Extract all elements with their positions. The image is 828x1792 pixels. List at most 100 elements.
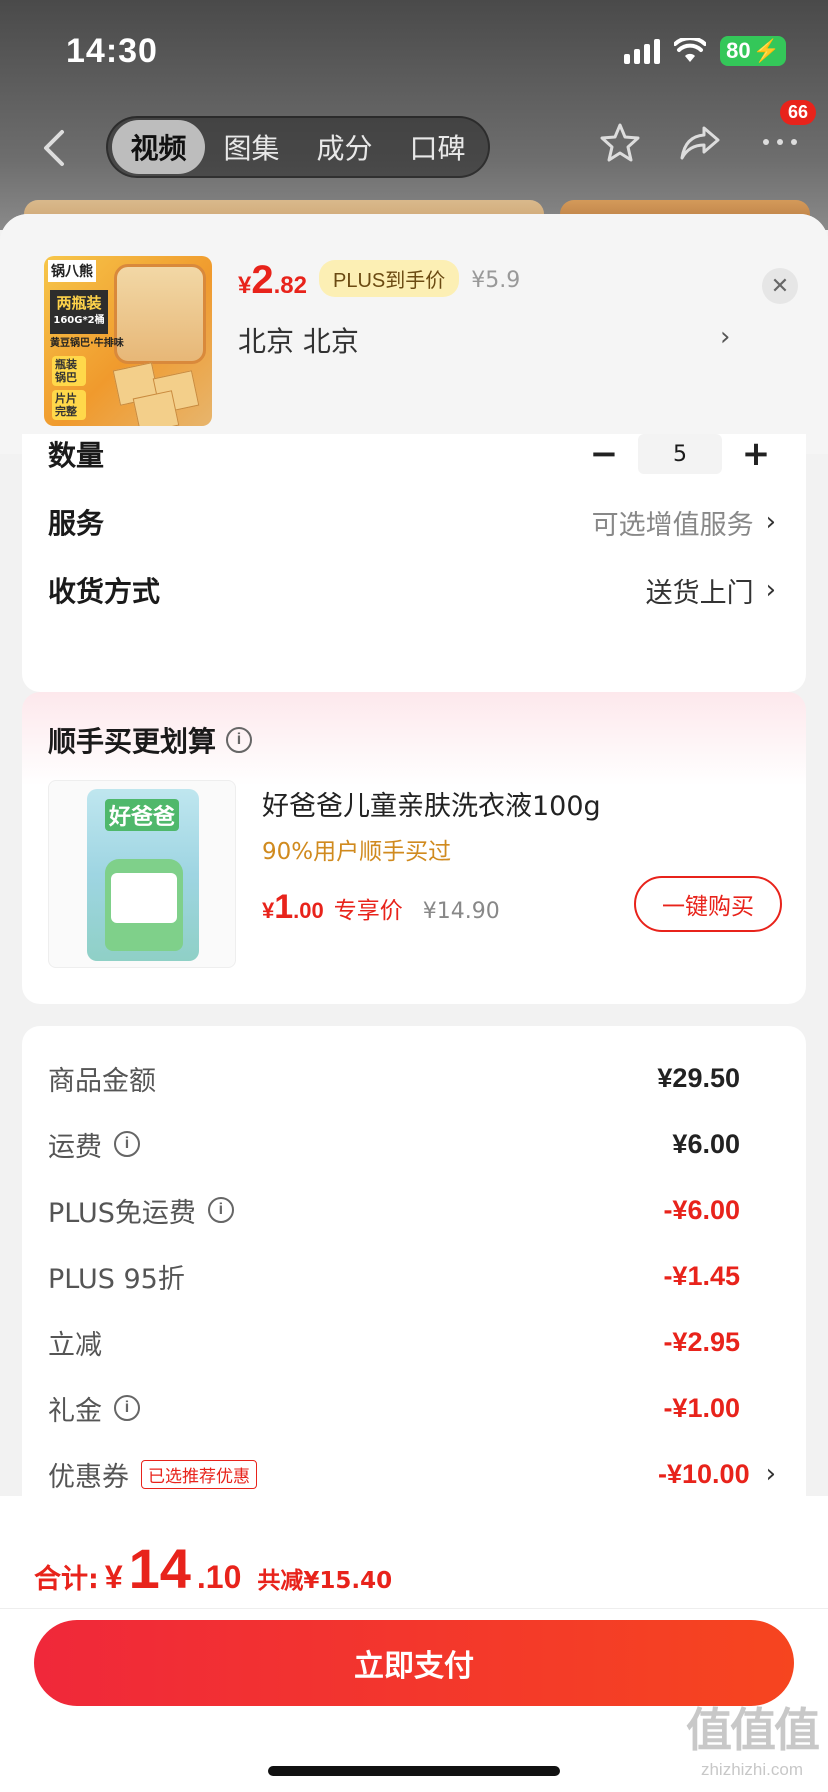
share-icon[interactable] [678,120,722,164]
quantity-plus-button[interactable]: + [736,434,776,474]
summary-row: 立减 -¥2.95 [48,1320,740,1364]
summary-row: 运费 i ¥6.00 [48,1122,740,1166]
summary-label: 立减 [48,1329,102,1361]
watermark-url: zhizhizhi.com [700,1760,804,1779]
battery-level: 80 [726,38,751,63]
total-row: 合计: ¥14.10 共减¥15.40 [34,1536,392,1601]
total-yen: ¥ [104,1559,123,1595]
chevron-right-icon: › [765,1459,776,1489]
summary-row: 商品金额 ¥29.50 [48,1056,740,1100]
content-tabs: 视频 图集 成分 口碑 [106,116,490,178]
checkout-footer: 合计: ¥14.10 共减¥15.40 立即支付 值值值 zhizhizhi.c… [0,1496,828,1792]
summary-label: 优惠券 已选推荐优惠 [48,1455,257,1494]
one-click-buy-button[interactable]: 一键购买 [634,876,782,932]
thumb-sub: 黄豆锅巴·牛排味 [50,338,124,349]
delivery-method-text: 送货上门 [645,577,754,609]
total-int: 14 [128,1537,191,1600]
quantity-stepper: − 5 + [584,434,776,474]
summary-label-text: 优惠券 [48,1461,129,1493]
plus-price-tag: PLUS到手价 [318,260,460,297]
delivery-method-row[interactable]: 收货方式 送货上门 › [48,568,776,612]
coupon-row[interactable]: 优惠券 已选推荐优惠 -¥10.00 › [48,1452,776,1496]
bottle-graphic [105,859,183,951]
chevron-right-icon: › [765,575,776,605]
nav-actions: 66 [598,100,817,164]
close-button[interactable]: ✕ [762,268,798,304]
total-dec: .10 [196,1559,242,1595]
price-int: 2 [251,258,274,302]
quantity-input[interactable]: 5 [638,434,722,474]
price-yen: ¥ [238,272,252,299]
summary-label: PLUS免运费 i [48,1191,234,1230]
info-icon[interactable]: i [114,1131,140,1157]
pay-now-button[interactable]: 立即支付 [34,1620,794,1706]
service-value: 可选增值服务 › [592,503,776,542]
summary-label-text: 运费 [48,1131,102,1163]
exclusive-price-tag: 专享价 [333,898,403,924]
tab-video[interactable]: 视频 [112,120,205,174]
original-price: ¥5.9 [471,268,521,293]
quantity-row: 数量 − 5 + [48,434,776,474]
bundle-price-dec: .00 [293,898,324,923]
summary-row: 礼金 i -¥1.00 [48,1386,740,1430]
summary-row: PLUS 95折 -¥1.45 [48,1254,740,1298]
detergent-pouch-graphic: 好爸爸 [87,789,199,961]
watermark-logo: 值值值 [686,1703,820,1757]
summary-value: -¥1.45 [663,1260,740,1291]
tab-reviews[interactable]: 口碑 [391,120,484,174]
service-row[interactable]: 服务 可选增值服务 › [48,500,776,544]
price-row: ¥2.82 PLUS到手价 ¥5.9 [238,258,520,303]
thumb-label-line2: 160G*2桶 [53,315,105,326]
summary-value: ¥29.50 [657,1062,740,1093]
delivery-method-label: 收货方式 [48,575,161,608]
summary-row: PLUS免运费 i -¥6.00 [48,1188,740,1232]
summary-value: -¥1.00 [663,1392,740,1423]
signal-icon [624,38,661,64]
bundle-title: 顺手买更划算 i [48,720,253,760]
info-icon[interactable]: i [114,1395,140,1421]
total-label: 合计: [34,1564,99,1595]
notification-badge: 66 [780,100,817,125]
bundle-item-thumbnail[interactable]: 好爸爸 [48,780,236,968]
pouch-brand: 好爸爸 [105,799,180,831]
tab-gallery[interactable]: 图集 [205,120,298,174]
wifi-icon [674,38,707,62]
quantity-minus-button[interactable]: − [584,434,624,474]
delivery-location[interactable]: 北京 北京 [238,320,359,360]
options-card: 数量 − 5 + 服务 可选增值服务 › 收货方式 送货上门 › [22,434,806,692]
summary-value: -¥10.00 [658,1458,750,1489]
more-button[interactable]: 66 [758,100,817,164]
jar-graphic [114,264,206,364]
chevron-right-icon[interactable]: › [720,322,730,352]
bundle-title-text: 顺手买更划算 [48,725,217,758]
watermark: 值值值 zhizhizhi.com [686,1694,820,1780]
top-nav: 视频 图集 成分 口碑 66 [0,100,828,182]
thumb-label-line1: 两瓶装 [56,294,102,312]
chevron-right-icon: › [765,507,776,537]
product-price: ¥2.82 [238,258,307,303]
summary-value: -¥6.00 [663,1194,740,1225]
quantity-label: 数量 [48,439,105,472]
delivery-method-value: 送货上门 › [646,571,776,610]
battery-icon: 80 ⚡ [720,36,786,66]
coupon-tag: 已选推荐优惠 [141,1459,257,1489]
star-icon[interactable] [598,120,642,164]
summary-label: 运费 i [48,1125,140,1164]
total-savings: 共减¥15.40 [257,1568,393,1594]
bundle-card: 顺手买更划算 i 好爸爸 好爸爸儿童亲肤洗衣液100g 90%用户顺手买过 ¥1… [22,692,806,1004]
tab-ingredients[interactable]: 成分 [298,120,391,174]
bundle-price-int: 1 [274,888,294,926]
status-bar: 14:30 80 ⚡ [0,0,828,100]
summary-label-text: 礼金 [48,1395,102,1427]
service-label: 服务 [48,507,105,540]
status-time: 14:30 [66,32,158,70]
bundle-item-price: ¥1.00 [262,888,324,927]
back-icon[interactable] [36,126,72,170]
bundle-original-price: ¥14.90 [422,899,500,924]
thumb-label: 两瓶装 160G*2桶 [50,290,108,334]
info-icon[interactable]: i [226,727,253,753]
info-icon[interactable]: i [207,1197,234,1223]
price-dec: .82 [273,272,307,299]
summary-label: 礼金 i [48,1389,140,1428]
bundle-item-name[interactable]: 好爸爸儿童亲肤洗衣液100g [262,784,601,823]
